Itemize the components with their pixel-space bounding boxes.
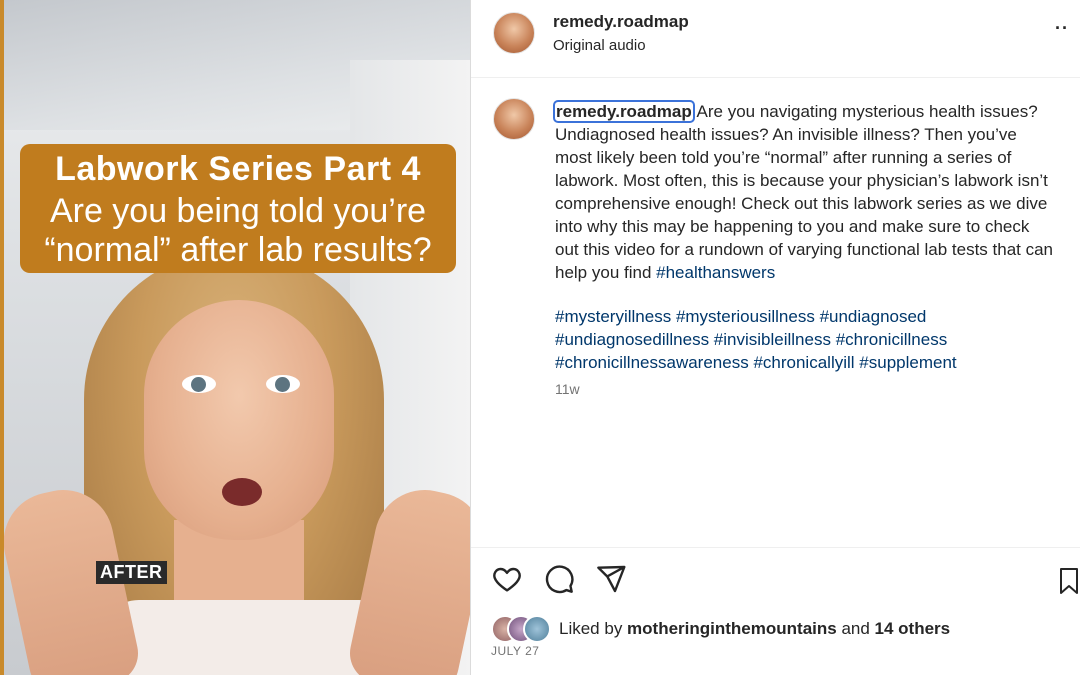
comment-icon[interactable]: [543, 563, 575, 595]
post-panel: remedy.roadmap Original audio ·· remedy.…: [470, 0, 1080, 675]
after-label: AFTER: [96, 561, 167, 584]
overlay-subtitle: Are you being told you’re “normal” after…: [20, 192, 456, 270]
share-icon[interactable]: [595, 563, 627, 595]
overlay-subtitle-line2: “normal” after lab results?: [44, 231, 432, 269]
heart-icon[interactable]: [491, 563, 523, 595]
post-age[interactable]: 11w: [555, 381, 580, 397]
caption-body: Are you navigating mysterious health iss…: [555, 102, 1054, 282]
hashtag[interactable]: #undiagnosedillness: [555, 330, 709, 349]
audio-label[interactable]: Original audio: [553, 37, 646, 54]
header-avatar[interactable]: [493, 12, 535, 54]
overlay-title: Labwork Series Part 4: [55, 150, 421, 188]
hashtag-list: #mysteryillness #mysteriousillness #undi…: [555, 305, 1075, 374]
hashtag[interactable]: #invisibleillness: [714, 330, 831, 349]
likes-middle: and: [836, 619, 875, 638]
post-window: Labwork Series Part 4 Are you being told…: [4, 0, 1080, 675]
likes-text: Liked by motheringinthemountains and 14 …: [559, 619, 950, 639]
caption-inline-hashtag[interactable]: #healthanswers: [656, 263, 775, 282]
post-date[interactable]: JULY 27: [491, 644, 539, 658]
hashtag[interactable]: #chronicillness: [836, 330, 948, 349]
person-mouth: [222, 478, 262, 506]
hashtag[interactable]: #supplement: [859, 353, 956, 372]
caption-avatar[interactable]: [493, 98, 535, 140]
header-username[interactable]: remedy.roadmap: [553, 12, 689, 32]
bookmark-icon[interactable]: [1059, 567, 1079, 595]
actions-divider: [471, 547, 1080, 548]
more-options-icon[interactable]: ··: [1055, 18, 1069, 39]
hashtag[interactable]: #undiagnosed: [820, 307, 927, 326]
caption-username[interactable]: remedy.roadmap: [553, 100, 695, 123]
hashtag[interactable]: #mysteryillness: [555, 307, 671, 326]
liker-avatar[interactable]: [523, 615, 551, 643]
header-divider: [471, 77, 1080, 78]
hashtag[interactable]: #chronicallyill: [753, 353, 854, 372]
caption-text: remedy.roadmap Are you navigating myster…: [553, 100, 1055, 284]
liker-username[interactable]: motheringinthemountains: [627, 619, 837, 638]
person-eye-right: [266, 375, 300, 393]
overlay-subtitle-line1: Are you being told you’re: [49, 192, 427, 230]
likes-others[interactable]: 14 others: [875, 619, 951, 638]
hashtag[interactable]: #mysteriousillness: [676, 307, 815, 326]
hashtag[interactable]: #chronicillnessawareness: [555, 353, 749, 372]
post-media[interactable]: Labwork Series Part 4 Are you being told…: [4, 0, 470, 675]
likes-prefix: Liked by: [559, 619, 628, 638]
person-eye-left: [182, 375, 216, 393]
